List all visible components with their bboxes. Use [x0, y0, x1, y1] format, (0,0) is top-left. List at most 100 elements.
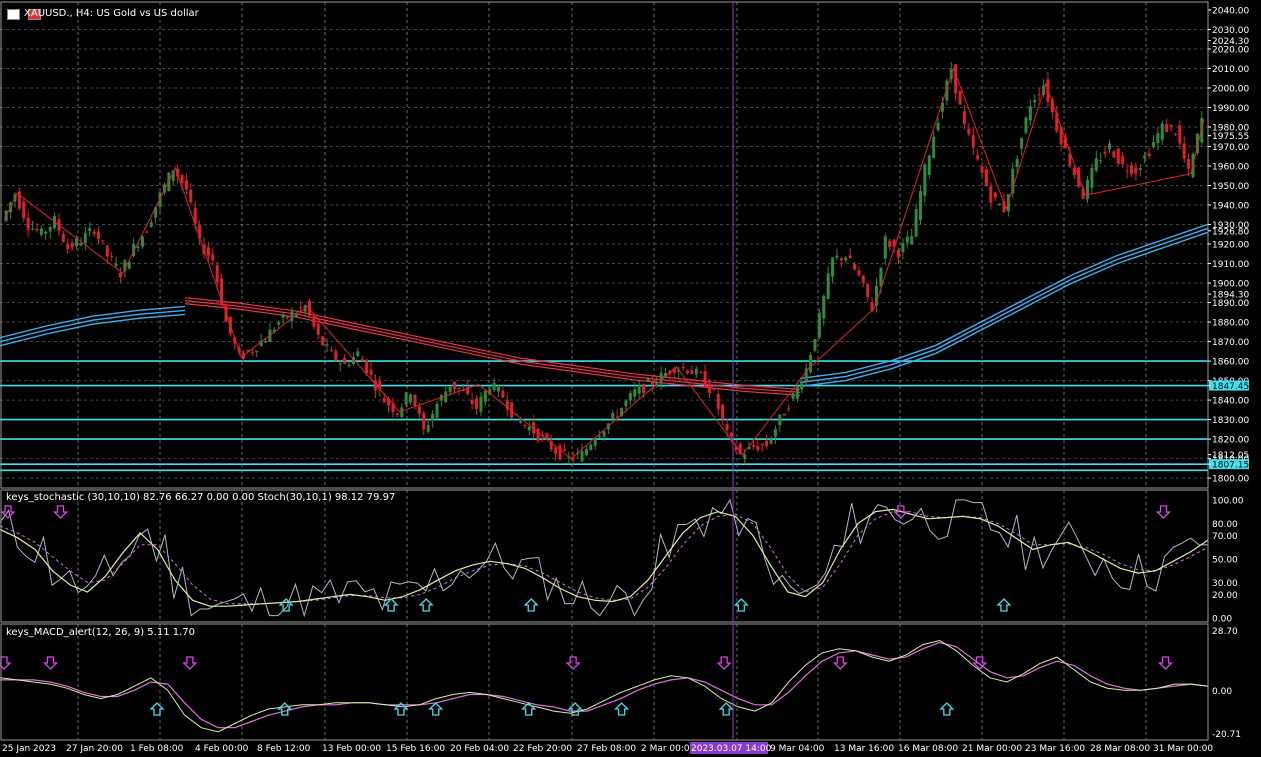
candle-body — [48, 226, 52, 232]
candle-body — [962, 111, 966, 124]
symbol-title: XAUUSD., H4: US Gold vs US dollar — [24, 8, 199, 19]
candle-body — [382, 397, 386, 403]
time-tick-label: 2023.03.07 14:00 — [691, 744, 772, 754]
candle-body — [1094, 158, 1098, 171]
signal-arrow-up-icon — [939, 702, 955, 716]
candle-body — [694, 368, 698, 375]
ma-blue-line — [799, 227, 1209, 384]
candle-body — [1147, 153, 1151, 157]
candle-body — [642, 384, 646, 393]
candle-body — [646, 378, 650, 382]
candle-body — [110, 256, 114, 258]
candle-body — [923, 164, 927, 196]
candle-body — [831, 257, 835, 277]
candle-body — [1156, 133, 1160, 144]
price-tick-label: 1847.45 — [1212, 382, 1249, 392]
candle-body — [75, 238, 79, 247]
candle-body — [435, 404, 439, 418]
candle-body — [712, 389, 716, 391]
price-tick-label: 1926.80 — [1212, 227, 1249, 237]
candle-body — [954, 64, 958, 94]
stoch-tick-label: 0.00 — [1212, 615, 1232, 625]
candle-body — [457, 387, 461, 390]
candle-body — [782, 414, 786, 416]
candle-body — [79, 243, 83, 246]
ma-blue-line — [0, 309, 186, 343]
signal-arrow-up-icon — [149, 702, 165, 716]
candle-body — [699, 372, 703, 374]
candle-body — [725, 424, 729, 431]
candle-body — [1037, 94, 1041, 96]
macd-panel — [0, 639, 1209, 733]
price-tick-label: 1800.00 — [1212, 475, 1249, 485]
candle-body — [716, 394, 720, 409]
chart-canvas[interactable]: 2040.002030.002024.302020.002010.002000.… — [0, 0, 1261, 757]
candle-body — [1182, 143, 1186, 159]
ma-blue-line — [799, 231, 1209, 388]
time-tick-label: 28 Mar 08:00 — [1090, 744, 1150, 754]
signal-arrow-down-icon — [565, 656, 581, 670]
candle-body — [483, 390, 487, 402]
candle-body — [250, 352, 254, 354]
candle-body — [255, 350, 259, 352]
candle-body — [1024, 117, 1028, 133]
stoch-tick-label: 30.00 — [1212, 579, 1238, 589]
signal-arrow-up-icon — [718, 702, 734, 716]
price-tick-label: 2010.00 — [1212, 65, 1249, 75]
candle-body — [743, 454, 747, 459]
candle-body — [976, 155, 980, 160]
candle-body — [1015, 158, 1019, 168]
candle-body — [365, 359, 369, 374]
candle-body — [602, 431, 606, 437]
candle-body — [769, 439, 773, 444]
candle-body — [910, 236, 914, 245]
panel-frame — [0, 623, 1209, 741]
candle-body — [211, 254, 215, 261]
price-tick-label: 1807.15 — [1212, 461, 1249, 471]
candle-body — [989, 186, 993, 203]
price-tick-label: 1880.00 — [1212, 319, 1249, 329]
price-axis: 2040.002030.002024.302020.002010.002000.… — [1208, 6, 1249, 740]
candle-body — [1134, 167, 1138, 174]
candle-body — [1173, 134, 1177, 136]
candle-body — [35, 228, 39, 231]
signal-arrow-up-icon — [996, 598, 1012, 612]
signal-arrow-down-icon — [716, 656, 732, 670]
candle-body — [453, 381, 457, 390]
candle-body — [189, 189, 193, 203]
candle-body — [39, 228, 43, 235]
candle-body — [329, 349, 333, 351]
time-tick-label: 9 Mar 04:00 — [770, 744, 825, 754]
candle-body — [1138, 168, 1142, 171]
candle-body — [321, 336, 325, 345]
candle-body — [343, 358, 347, 364]
candle-body — [527, 426, 531, 431]
candle-body — [479, 396, 483, 412]
candle-body — [866, 283, 870, 297]
candle-body — [338, 363, 342, 365]
candle-body — [844, 257, 848, 261]
candle-body — [554, 448, 558, 454]
price-tick-label: 2030.00 — [1212, 26, 1249, 36]
candle-body — [356, 351, 360, 357]
time-tick-label: 13 Mar 16:00 — [834, 744, 894, 754]
stoch-tick-label: 50.00 — [1212, 555, 1238, 565]
macd-title: keys_MACD_alert(12, 26, 9) 5.11 1.70 — [6, 627, 195, 638]
candle-body — [589, 444, 593, 450]
price-tick-label: 1960.00 — [1212, 163, 1249, 173]
candle-body — [215, 264, 219, 282]
candle-body — [773, 429, 777, 437]
stoch-tick-label: 80.00 — [1212, 520, 1238, 530]
price-tick-label: 1840.00 — [1212, 397, 1249, 407]
candle-body — [861, 275, 865, 283]
signal-arrow-down-icon — [52, 505, 69, 519]
signal-arrow-up-icon — [383, 598, 399, 612]
signal-arrow-up-icon — [428, 702, 444, 716]
candle-body — [905, 236, 909, 243]
candle-body — [347, 365, 351, 367]
candle-body — [562, 449, 566, 451]
candle-body — [765, 440, 769, 447]
signal-arrow-down-icon — [42, 656, 59, 670]
macd-tick-label: -20.71 — [1212, 730, 1241, 740]
candle-body — [721, 404, 725, 420]
